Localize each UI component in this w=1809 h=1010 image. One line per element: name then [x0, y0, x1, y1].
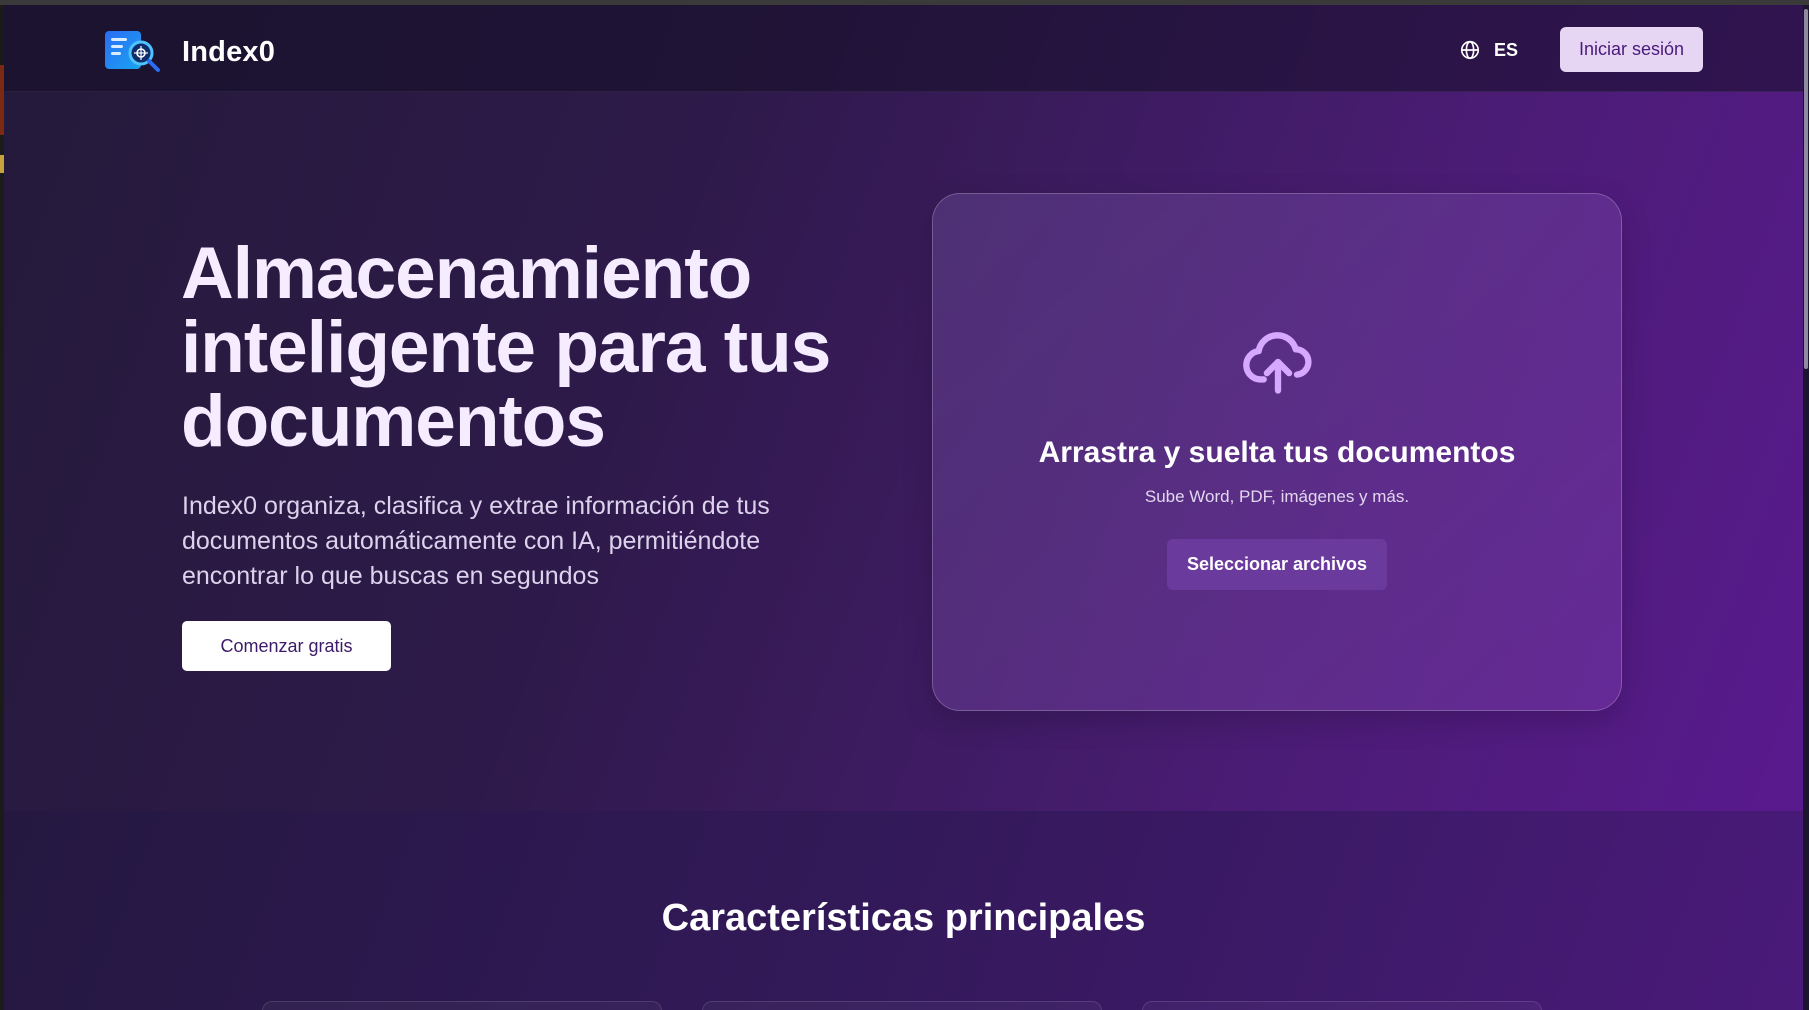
top-navbar: Index0 ES Iniciar sesión	[4, 5, 1803, 92]
language-selector[interactable]: ES	[1459, 39, 1518, 61]
globe-icon	[1460, 40, 1480, 60]
login-button[interactable]: Iniciar sesión	[1560, 27, 1703, 72]
feature-card	[702, 1001, 1102, 1010]
scrollbar-thumb[interactable]	[1804, 9, 1808, 369]
select-files-button[interactable]: Seleccionar archivos	[1167, 539, 1387, 590]
features-section: Características principales	[4, 811, 1803, 1010]
features-title: Características principales	[661, 897, 1146, 939]
feature-card	[1142, 1001, 1542, 1010]
hero-description: Index0 organiza, clasifica y extrae info…	[182, 492, 770, 590]
logo-icon[interactable]	[103, 27, 161, 75]
language-code: ES	[1494, 39, 1519, 60]
start-free-button[interactable]: Comenzar gratis	[182, 621, 391, 671]
upload-subtitle: Sube Word, PDF, imágenes y más.	[1144, 487, 1410, 506]
hero-title: Almacenamiento inteligente para tus docu…	[181, 233, 831, 462]
cloud-upload-icon	[1243, 332, 1312, 394]
feature-card	[262, 1001, 662, 1010]
brand-name[interactable]: Index0	[182, 36, 275, 69]
upload-dropzone[interactable]: Arrastra y suelta tus documentos Sube Wo…	[932, 193, 1622, 711]
page-scrollbar[interactable]	[1803, 5, 1809, 1010]
upload-title: Arrastra y suelta tus documentos	[1038, 436, 1516, 469]
landing-page: Index0 ES Iniciar sesión Almacenamiento …	[4, 5, 1803, 1010]
